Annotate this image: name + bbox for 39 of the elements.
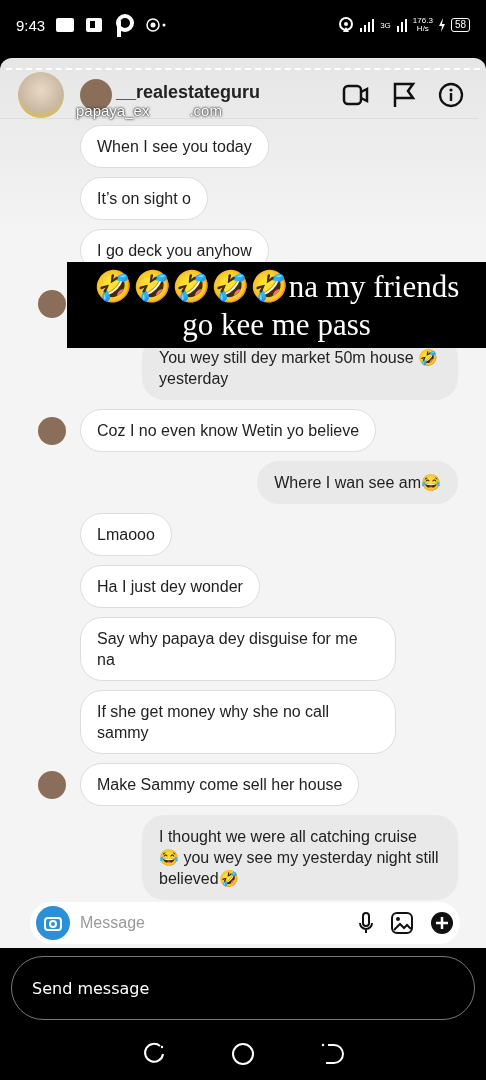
signal-icon [395, 18, 408, 32]
camera-button[interactable] [36, 906, 70, 940]
clock: 9:43 [16, 16, 46, 34]
poster-username[interactable]: papaya_ex [76, 102, 150, 119]
plus-icon[interactable] [430, 911, 454, 935]
received-message: Make Sammy come sell her house [80, 763, 360, 806]
sender-avatar [38, 290, 66, 318]
home-icon[interactable] [231, 1042, 255, 1066]
overlay-text: .com [189, 102, 222, 119]
battery-level: 58 [450, 18, 470, 32]
notification-icon [145, 17, 168, 33]
received-message: Ha I just dey wonder [80, 565, 260, 608]
flag-icon [392, 82, 416, 108]
received-message: When I see you today [80, 125, 269, 168]
received-message: It’s on sight o [80, 177, 208, 220]
image-icon[interactable] [390, 911, 414, 935]
charging-icon [437, 18, 446, 32]
camera-icon [44, 915, 62, 931]
video-call-icon [342, 83, 370, 107]
recent-apps-icon[interactable] [142, 1042, 167, 1066]
back-icon[interactable] [319, 1042, 344, 1066]
story-caption: 🤣🤣🤣🤣🤣na my friends go kee me pass [67, 262, 486, 348]
received-message: If she get money why she no call sammy [80, 690, 396, 754]
received-message: Coz I no even know Wetin yo believe [80, 409, 377, 452]
network-type: 3G [380, 20, 391, 30]
p-logo-icon [113, 13, 136, 37]
sent-message: Where I wan see am😂 [257, 461, 458, 504]
microphone-icon[interactable] [358, 911, 374, 935]
info-icon [438, 82, 464, 108]
hotspot-icon [338, 17, 355, 33]
received-message: Say why papaya dey disguise for me na [80, 617, 396, 681]
app-notification-icon [55, 16, 76, 34]
app-notification-icon [85, 16, 104, 34]
chat-username: __realestateguru [116, 82, 261, 103]
sent-message: I thought we were all catching cruise 😂 you wey see my yesterday night still believed🤣 [142, 815, 458, 900]
speed-unit: H/s [416, 25, 429, 33]
signal-icon [359, 18, 376, 32]
network-speed: 176.3 [412, 17, 433, 25]
received-message: Lmaooo [80, 513, 172, 556]
